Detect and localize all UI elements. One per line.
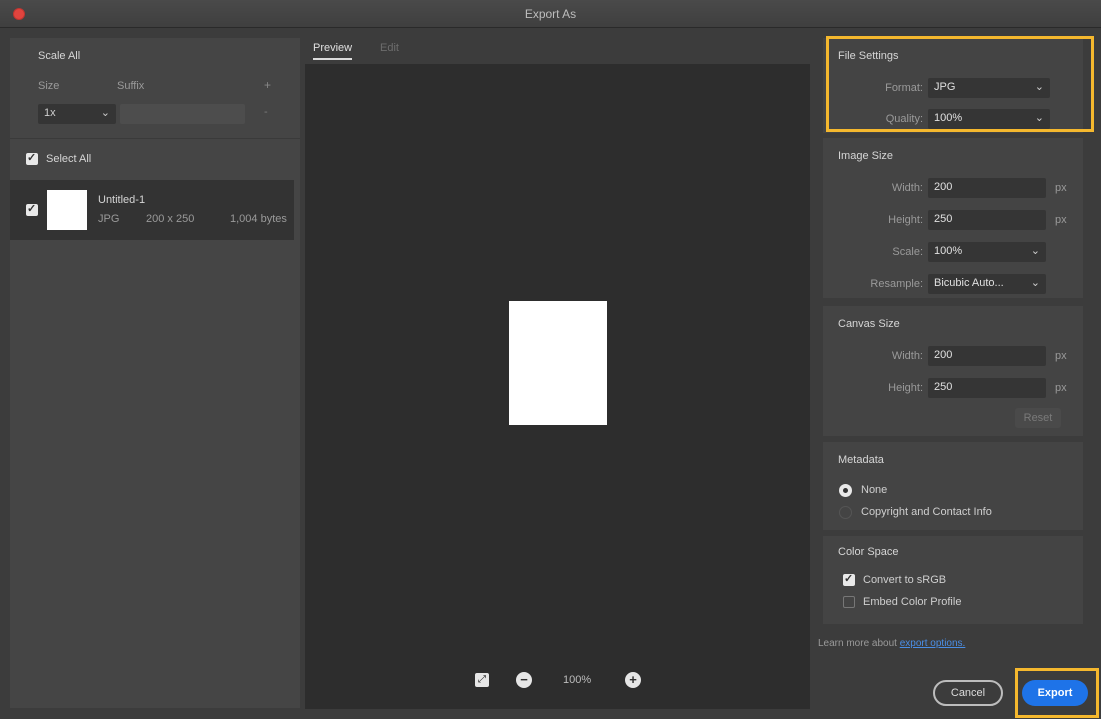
quality-select[interactable]: 100% ⌄ — [928, 109, 1050, 129]
metadata-copyright-radio[interactable] — [839, 506, 852, 519]
tab-preview[interactable]: Preview — [313, 42, 353, 60]
canvas-size-section: Canvas Size Width: 200 px Height: 250 px… — [823, 306, 1083, 436]
resample-label: Resample: — [870, 278, 923, 290]
image-scale-select[interactable]: 100% ⌄ — [928, 242, 1046, 262]
cancel-button[interactable]: Cancel — [933, 680, 1003, 706]
zoom-out-icon[interactable]: − — [516, 672, 532, 688]
assets-panel: Scale All Size Suffix + 1x ⌄ - Select Al… — [10, 38, 300, 708]
asset-file-size: 1,004 bytes — [230, 213, 287, 225]
scale-select[interactable]: 1x ⌄ — [38, 104, 116, 124]
image-height-unit: px — [1055, 214, 1067, 226]
image-width-label: Width: — [891, 182, 923, 194]
resample-select[interactable]: Bicubic Auto... ⌄ — [928, 274, 1046, 294]
asset-name: Untitled-1 — [98, 194, 146, 206]
suffix-input[interactable] — [120, 104, 245, 124]
asset-dimensions: 200 x 250 — [146, 213, 195, 225]
scale-select-value: 1x — [44, 107, 56, 119]
resample-value: Bicubic Auto... — [934, 277, 1004, 289]
preview-canvas[interactable]: ⤢ − 100% + — [305, 64, 810, 709]
chevron-down-icon: ⌄ — [100, 107, 110, 119]
canvas-height-label: Height: — [888, 382, 923, 394]
color-space-section: Color Space Convert to sRGB Embed Color … — [823, 536, 1083, 624]
image-size-title: Image Size — [838, 150, 894, 162]
metadata-none-label: None — [861, 484, 888, 496]
canvas-width-input[interactable]: 200 — [928, 346, 1046, 366]
canvas-width-label: Width: — [891, 350, 923, 362]
image-width-input[interactable]: 200 — [928, 178, 1046, 198]
metadata-none-radio[interactable] — [839, 484, 852, 497]
fit-to-screen-icon[interactable]: ⤢ — [475, 673, 489, 687]
convert-srgb-label: Convert to sRGB — [863, 574, 947, 586]
suffix-column-label: Suffix — [117, 80, 145, 92]
select-all-label: Select All — [46, 153, 92, 165]
canvas-size-title: Canvas Size — [838, 318, 900, 330]
chevron-down-icon: ⌄ — [1030, 245, 1040, 257]
remove-scale-icon[interactable]: - — [264, 106, 268, 118]
artboard-preview — [509, 301, 607, 425]
tab-edit[interactable]: Edit — [380, 42, 399, 54]
quality-select-value: 100% — [934, 112, 963, 124]
metadata-title: Metadata — [838, 454, 884, 466]
settings-panel: File Settings Format: JPG ⌄ Quality: 100… — [823, 38, 1091, 708]
scale-label: Scale: — [892, 246, 923, 258]
export-options-link[interactable]: export options. — [900, 638, 966, 649]
zoom-in-icon[interactable]: + — [625, 672, 641, 688]
metadata-section: Metadata None Copyright and Contact Info — [823, 442, 1083, 530]
add-scale-icon[interactable]: + — [264, 78, 271, 92]
size-column-label: Size — [38, 80, 60, 92]
chevron-down-icon: ⌄ — [1034, 81, 1044, 93]
image-height-input[interactable]: 250 — [928, 210, 1046, 230]
convert-srgb-checkbox[interactable] — [843, 572, 855, 586]
image-width-unit: px — [1055, 182, 1067, 194]
embed-profile-checkbox[interactable] — [843, 596, 855, 608]
image-height-label: Height: — [888, 214, 923, 226]
select-all-checkbox[interactable] — [26, 151, 38, 165]
embed-profile-label: Embed Color Profile — [863, 596, 962, 608]
chevron-down-icon: ⌄ — [1030, 277, 1040, 289]
color-space-title: Color Space — [838, 546, 899, 558]
format-label: Format: — [885, 82, 923, 94]
asset-format: JPG — [98, 213, 120, 225]
scale-all-title: Scale All — [38, 50, 81, 62]
image-scale-value: 100% — [934, 245, 963, 257]
asset-checkbox[interactable] — [26, 202, 38, 216]
export-button[interactable]: Export — [1022, 680, 1088, 706]
asset-thumbnail — [47, 190, 87, 230]
format-select-value: JPG — [934, 81, 956, 93]
chevron-down-icon: ⌄ — [1034, 112, 1044, 124]
asset-row[interactable]: Untitled-1 JPG 200 x 250 1,004 bytes — [10, 180, 294, 240]
canvas-height-unit: px — [1055, 382, 1067, 394]
file-settings-title: File Settings — [838, 50, 899, 62]
divider — [10, 138, 300, 139]
quality-label: Quality: — [885, 113, 923, 125]
file-settings-section: File Settings Format: JPG ⌄ Quality: 100… — [823, 38, 1083, 133]
window-title: Export As — [524, 7, 577, 21]
format-select[interactable]: JPG ⌄ — [928, 78, 1050, 98]
learn-more-prefix: Learn more about — [818, 638, 897, 649]
title-bar: Export As — [0, 0, 1101, 28]
zoom-level: 100% — [563, 674, 592, 686]
canvas-width-unit: px — [1055, 350, 1067, 362]
image-size-section: Image Size Width: 200 px Height: 250 px … — [823, 138, 1083, 298]
learn-more-text: Learn more about export options. — [818, 638, 965, 649]
zoom-controls: ⤢ − 100% + — [305, 671, 810, 691]
reset-button[interactable]: Reset — [1015, 408, 1061, 428]
metadata-copyright-label: Copyright and Contact Info — [861, 506, 992, 518]
canvas-height-input[interactable]: 250 — [928, 378, 1046, 398]
